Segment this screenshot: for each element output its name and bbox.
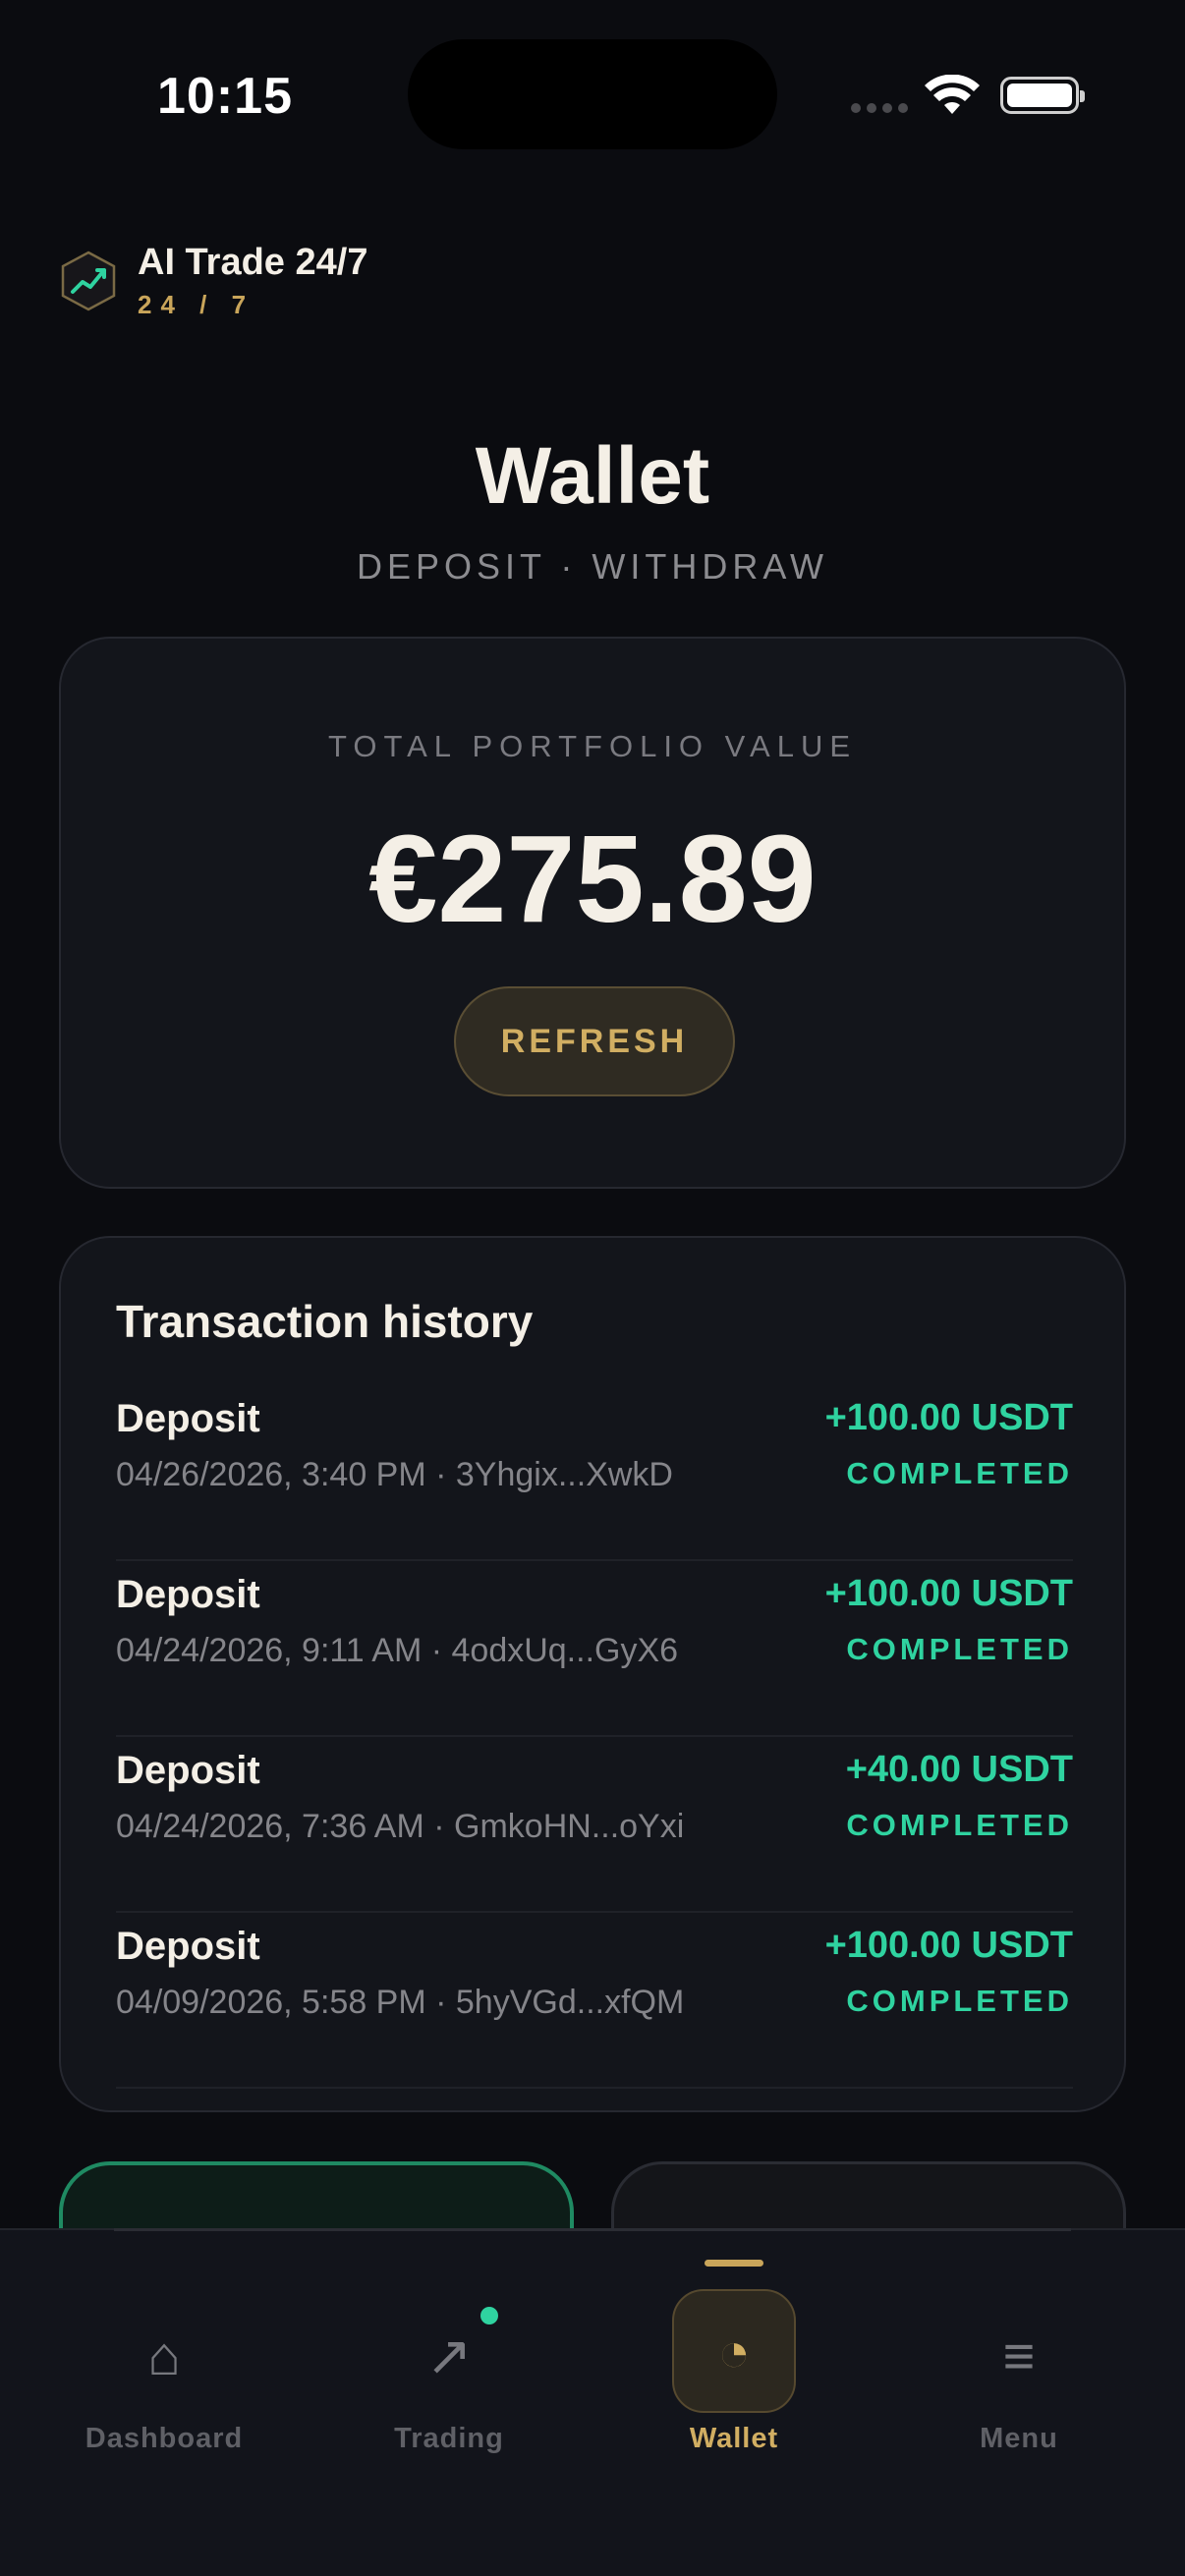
tab-label: Dashboard	[85, 2423, 244, 2454]
transaction-type: Deposit	[116, 1573, 260, 1616]
tab-dashboard[interactable]: ⌂ Dashboard	[36, 2279, 292, 2476]
status-bar: 10:15	[0, 0, 1185, 196]
transaction-amount: +100.00 USDT	[824, 1397, 1073, 1438]
active-tab-indicator	[705, 2260, 763, 2267]
wifi-icon	[925, 75, 980, 114]
pie-chart-icon: ◔	[717, 2321, 751, 2382]
transaction-list: Deposit 04/26/2026, 3:40 PM · 3Yhgix...X…	[116, 1385, 1073, 2089]
status-time: 10:15	[157, 68, 293, 125]
tab-menu[interactable]: ≡ Menu	[891, 2279, 1147, 2476]
transaction-status: COMPLETED	[846, 1632, 1073, 1666]
app-logo-icon	[61, 251, 116, 311]
portfolio-card: TOTAL PORTFOLIO VALUE €275.89 REFRESH	[59, 637, 1126, 1189]
transaction-status: COMPLETED	[846, 1456, 1073, 1490]
refresh-button[interactable]: REFRESH	[454, 986, 735, 1096]
home-icon: ⌂	[147, 2324, 181, 2386]
transaction-row[interactable]: Deposit 04/26/2026, 3:40 PM · 3Yhgix...X…	[116, 1385, 1073, 1561]
transaction-meta: 04/24/2026, 7:36 AM · GmkoHN...oYxi	[116, 1808, 685, 1845]
page-title: Wallet	[475, 431, 710, 521]
notification-dot	[480, 2307, 498, 2324]
wallet-screen: 10:15 AI Trade 24/7 24 / 7 Wallet DEPOSI…	[0, 0, 1185, 2576]
tab-trading[interactable]: ↗ Trading	[321, 2279, 577, 2476]
cellular-signal-icon	[851, 103, 908, 113]
transaction-status: COMPLETED	[846, 1808, 1073, 1842]
transaction-meta: 04/09/2026, 5:58 PM · 5hyVGd...xfQM	[116, 1984, 685, 2021]
transaction-meta: 04/24/2026, 9:11 AM · 4odxUq...GyX6	[116, 1632, 679, 1669]
transaction-amount: +100.00 USDT	[824, 1925, 1073, 1966]
transaction-type: Deposit	[116, 1397, 260, 1440]
brand-tagline: 24 / 7	[138, 290, 255, 319]
tab-label: Wallet	[689, 2423, 779, 2454]
hamburger-menu-icon: ≡	[1002, 2324, 1036, 2386]
portfolio-label: TOTAL PORTFOLIO VALUE	[327, 729, 858, 763]
page-subtitle: DEPOSIT · WITHDRAW	[357, 546, 828, 587]
transaction-history-card: Transaction history Deposit 04/26/2026, …	[59, 1236, 1126, 2112]
portfolio-value: €275.89	[368, 810, 817, 948]
transaction-row[interactable]: Deposit 04/09/2026, 5:58 PM · 5hyVGd...x…	[116, 1913, 1073, 2089]
transaction-meta: 04/26/2026, 3:40 PM · 3Yhgix...XwkD	[116, 1456, 673, 1493]
transaction-type: Deposit	[116, 1749, 260, 1792]
battery-icon	[1000, 77, 1085, 114]
tab-bar-divider	[114, 2228, 1071, 2231]
transaction-status: COMPLETED	[846, 1984, 1073, 2018]
brand-text: AI Trade 24/7 24 / 7	[138, 242, 367, 320]
brand-name: AI Trade 24/7	[138, 242, 368, 283]
transaction-amount: +100.00 USDT	[824, 1573, 1073, 1614]
dynamic-island	[408, 39, 777, 149]
arrow-up-right-icon: ↗	[425, 2324, 473, 2386]
transaction-row[interactable]: Deposit 04/24/2026, 7:36 AM · GmkoHN...o…	[116, 1737, 1073, 1913]
brand-header[interactable]: AI Trade 24/7 24 / 7	[61, 242, 367, 320]
tab-wallet[interactable]: ◔ Wallet	[606, 2260, 862, 2476]
transaction-row[interactable]: Deposit 04/24/2026, 9:11 AM · 4odxUq...G…	[116, 1561, 1073, 1737]
transaction-history-title: Transaction history	[116, 1296, 534, 1347]
tab-label: Trading	[394, 2423, 504, 2454]
transaction-type: Deposit	[116, 1925, 260, 1968]
transaction-amount: +40.00 USDT	[845, 1749, 1073, 1790]
tab-label: Menu	[980, 2423, 1058, 2454]
